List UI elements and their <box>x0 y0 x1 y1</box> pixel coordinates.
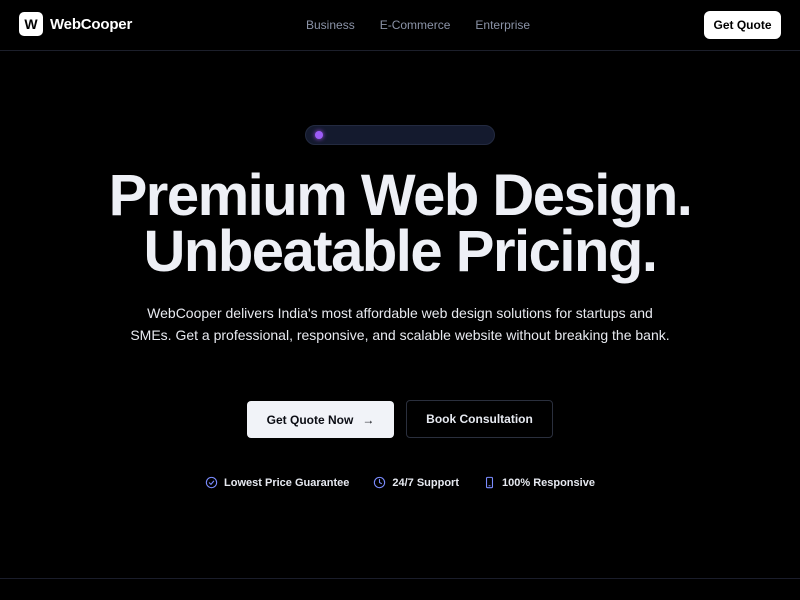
top-navbar: W WebCooper Business E-Commerce Enterpri… <box>0 0 800 51</box>
status-dot-icon <box>315 131 323 139</box>
hero-description: WebCooper delivers India's most affordab… <box>130 305 670 343</box>
feature-item: 100% Responsive <box>483 476 595 489</box>
nav-link-ecommerce[interactable]: E-Commerce <box>380 18 451 32</box>
get-quote-now-button[interactable]: Get Quote Now → <box>247 401 394 438</box>
brand-logo[interactable]: W WebCooper <box>19 12 132 36</box>
clock-icon <box>374 476 386 489</box>
hero-title-line-2: Unbeatable Pricing. <box>143 219 658 284</box>
feature-label: 100% Responsive <box>502 476 595 489</box>
logo-mark-icon: W <box>19 12 43 36</box>
section-divider <box>0 578 800 579</box>
get-quote-button[interactable]: Get Quote <box>704 11 781 39</box>
book-consultation-button[interactable]: Book Consultation <box>406 400 553 438</box>
feature-label: 24/7 Support <box>392 476 459 489</box>
hero-title: Premium Web Design. Unbeatable Pricing. <box>0 163 800 284</box>
feature-label: Lowest Price Guarantee <box>224 476 350 489</box>
arrow-right-icon: → <box>362 412 375 427</box>
get-quote-now-label: Get Quote Now <box>266 412 354 427</box>
feature-item: Lowest Price Guarantee <box>205 476 349 489</box>
smartphone-icon <box>485 476 494 489</box>
nav-links: Business E-Commerce Enterprise <box>306 18 555 32</box>
feature-list: Lowest Price Guarantee 24/7 Support 100%… <box>0 476 800 489</box>
nav-link-business[interactable]: Business <box>306 18 355 32</box>
announcement-pill <box>305 125 495 145</box>
brand-name: WebCooper <box>50 15 133 33</box>
feature-item: 24/7 Support <box>373 476 459 489</box>
nav-link-enterprise[interactable]: Enterprise <box>475 18 530 32</box>
hero-title-line-1: Premium Web Design. <box>108 163 693 228</box>
check-circle-icon <box>205 476 218 489</box>
